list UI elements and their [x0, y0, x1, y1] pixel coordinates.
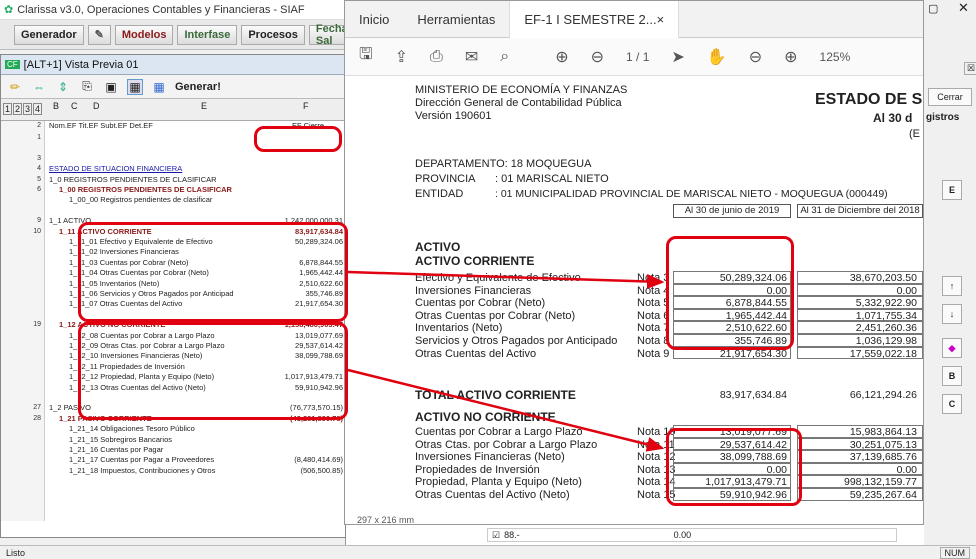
arrow-noncurrent	[347, 368, 665, 452]
arrow-current	[347, 270, 665, 290]
arrows-overlay	[347, 270, 665, 452]
